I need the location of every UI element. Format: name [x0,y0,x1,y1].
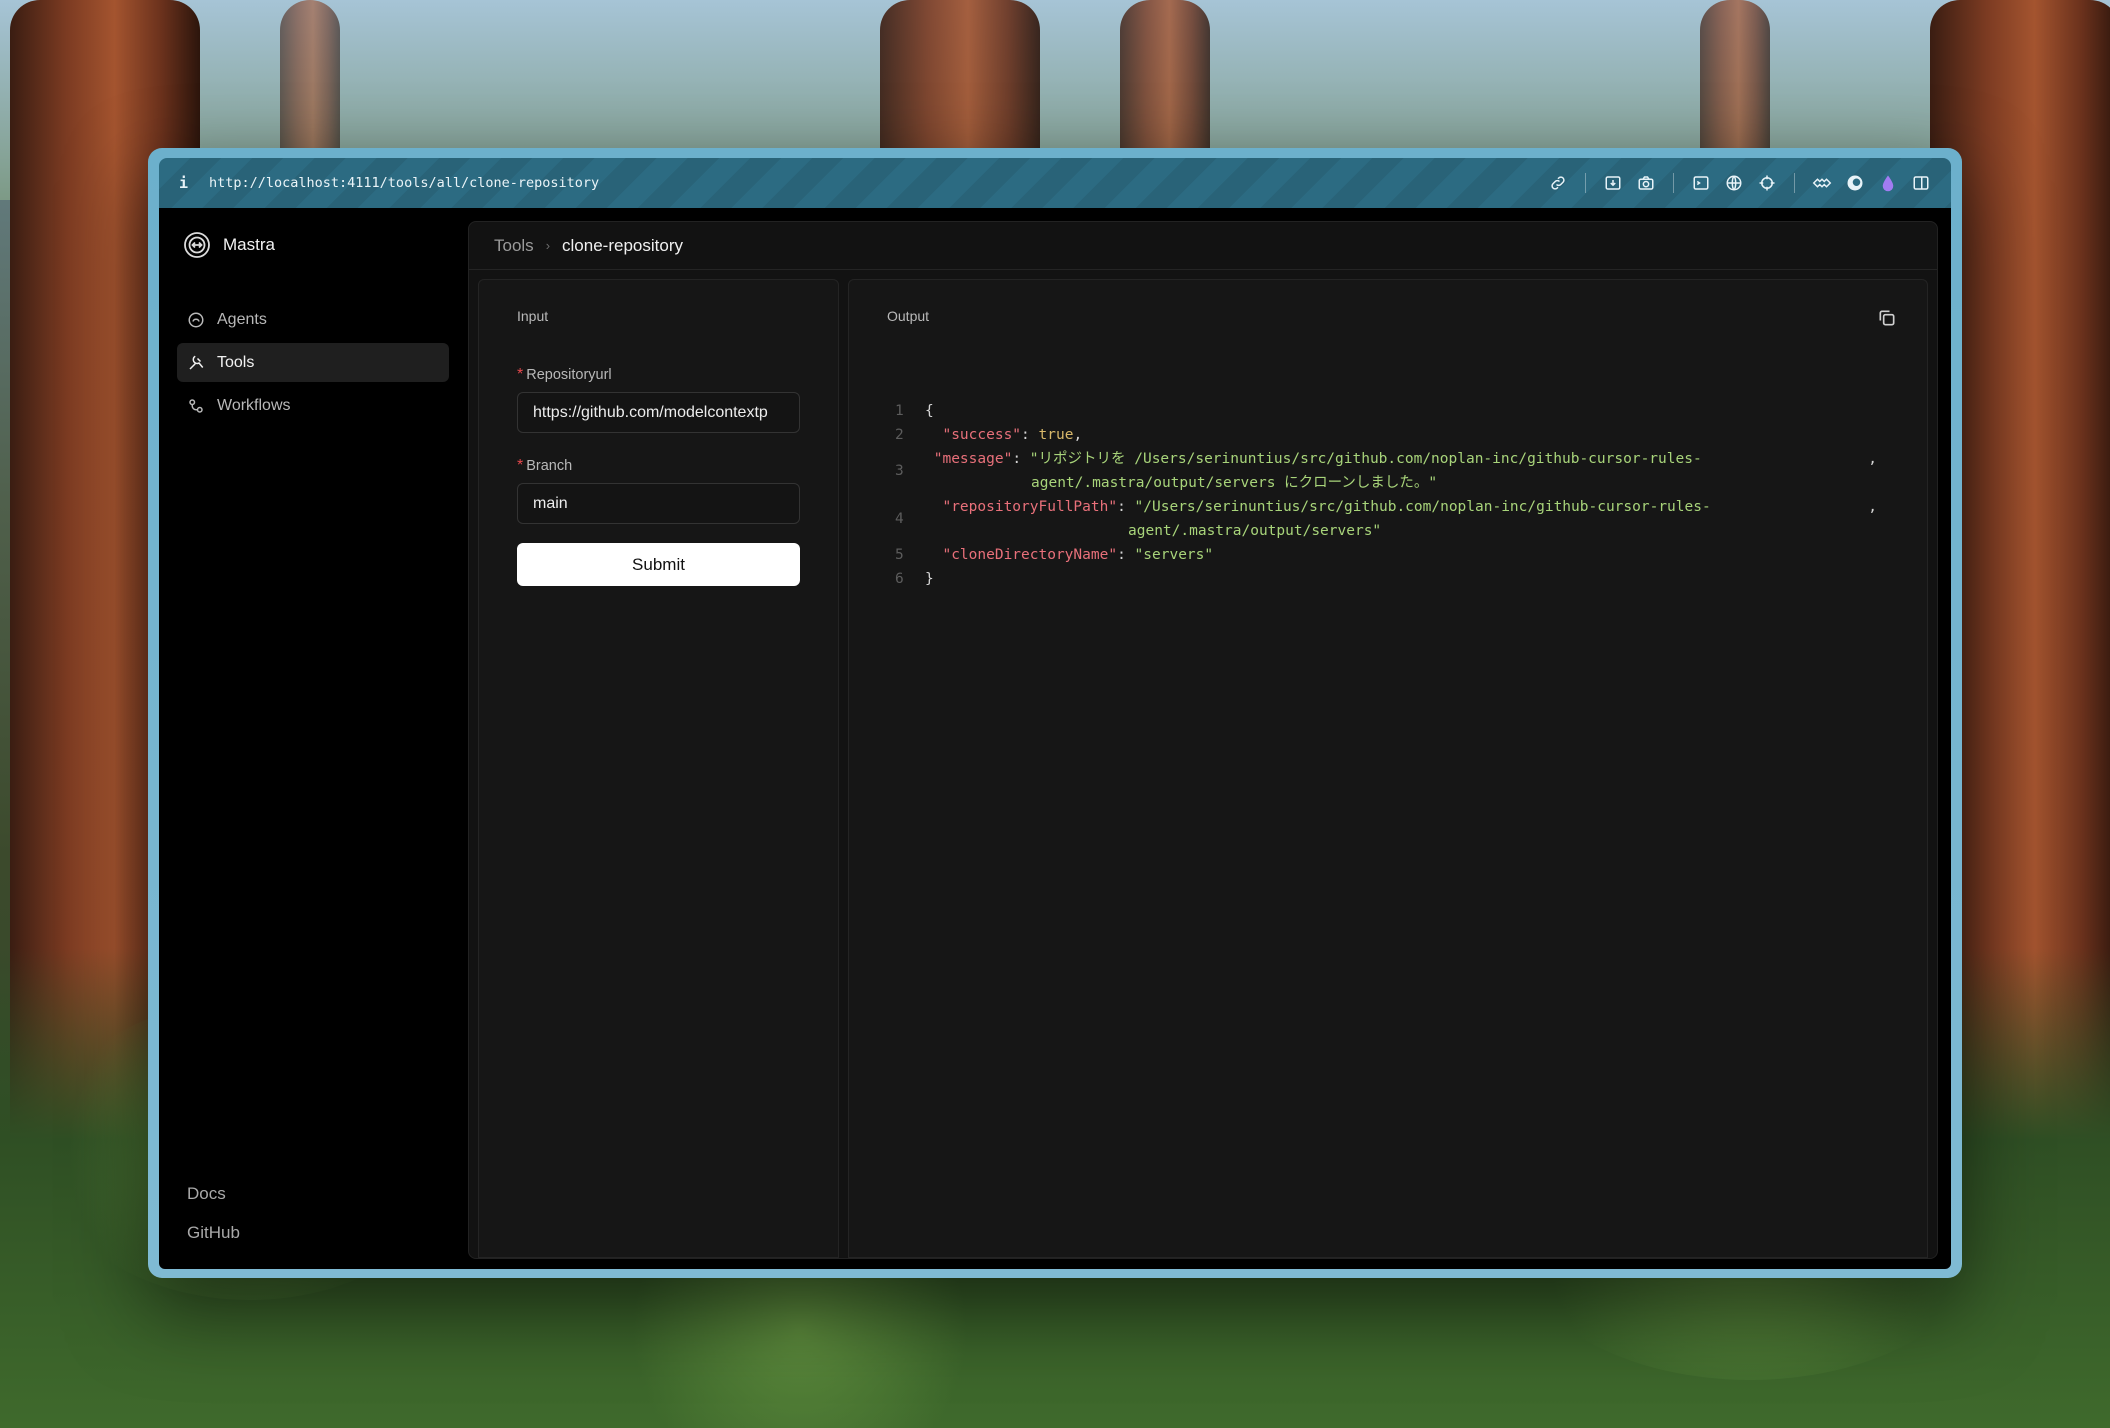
repositoryurl-input[interactable]: https://github.com/modelcontextp [517,392,800,433]
repositoryurl-label-text: Repositoryurl [526,367,612,383]
breadcrumb-separator-icon: › [545,238,551,253]
profile-icon[interactable] [1845,173,1865,193]
code-line: 6 } [887,567,1887,591]
breadcrumb-current: clone-repository [562,235,683,255]
link-icon[interactable] [1548,173,1568,193]
line-number: 2 [895,427,904,443]
terminal-icon[interactable] [1691,173,1711,193]
code-line: 4 "repositoryFullPath": "/Users/serinunt… [887,495,1887,543]
sidebar-item-label: Agents [217,310,267,328]
brand-name: Mastra [223,235,275,254]
repositoryurl-field-group: * Repositoryurl https://github.com/model… [517,366,800,433]
sidebar: Mastra Agents Tools Workflows Docs GitHu… [159,208,467,1269]
code-line: 3 "message": "リポジトリを /Users/serinuntius/… [887,447,1887,495]
branch-label-text: Branch [526,458,573,474]
docs-link[interactable]: Docs [187,1184,240,1204]
agents-icon [187,311,205,329]
camera-icon[interactable] [1636,173,1656,193]
repositoryurl-label: * Repositoryurl [517,366,800,384]
browser-toolbar [1548,173,1931,193]
submit-button[interactable]: Submit [517,543,800,586]
branch-label: * Branch [517,457,800,475]
url-text[interactable]: http://localhost:4111/tools/all/clone-re… [209,175,599,191]
branch-field-group: * Branch main [517,457,800,524]
mastra-logo-icon [183,231,211,259]
purple-drop-icon[interactable] [1878,173,1898,193]
output-panel: Output 1 { 2 "success": true, 3 "message… [848,279,1928,1258]
sidebar-item-tools[interactable]: Tools [177,343,449,382]
required-marker: * [517,457,524,474]
download-icon[interactable] [1603,173,1623,193]
info-icon[interactable]: i [179,174,201,192]
copy-icon[interactable] [1877,308,1899,330]
code-line: 2 "success": true, [887,423,1887,447]
required-marker: * [517,366,524,383]
sidebar-item-label: Tools [217,353,255,371]
crosshair-icon[interactable] [1757,173,1777,193]
main-content: Tools › clone-repository Input * Reposit… [468,221,1938,1259]
github-link[interactable]: GitHub [187,1223,240,1243]
sidebar-item-label: Workflows [217,396,291,414]
json-output: 1 { 2 "success": true, 3 "message": "リポジ… [887,399,1887,591]
code-line: 5 "cloneDirectoryName": "servers" [887,543,1887,567]
extension-icon[interactable] [1812,173,1832,193]
sidebar-footer: Docs GitHub [187,1184,240,1243]
workflows-icon [187,397,205,415]
sidebar-item-workflows[interactable]: Workflows [177,386,449,425]
browser-window: i http://localhost:4111/tools/all/clone-… [148,148,1962,1278]
input-panel: Input * Repositoryurl https://github.com… [478,279,839,1258]
brand[interactable]: Mastra [183,230,449,260]
output-panel-title: Output [887,308,930,324]
address-bar: i http://localhost:4111/tools/all/clone-… [159,158,1951,208]
line-number: 3 [895,463,904,479]
branch-input[interactable]: main [517,483,800,524]
sidebar-item-agents[interactable]: Agents [177,300,449,339]
sidebar-nav: Agents Tools Workflows [177,300,449,425]
tools-icon [187,354,205,372]
split-view-icon[interactable] [1911,173,1931,193]
input-panel-title: Input [517,308,549,324]
tool-panels: Input * Repositoryurl https://github.com… [478,279,1928,1258]
line-number: 5 [895,547,904,563]
line-number: 6 [895,571,904,587]
breadcrumb: Tools › clone-repository [469,222,1937,270]
app-root: Mastra Agents Tools Workflows Docs GitHu… [159,208,1951,1269]
line-number: 1 [895,403,904,419]
globe-icon[interactable] [1724,173,1744,193]
breadcrumb-tools-link[interactable]: Tools [494,236,534,256]
line-number: 4 [895,511,904,527]
code-line: 1 { [887,399,1887,423]
